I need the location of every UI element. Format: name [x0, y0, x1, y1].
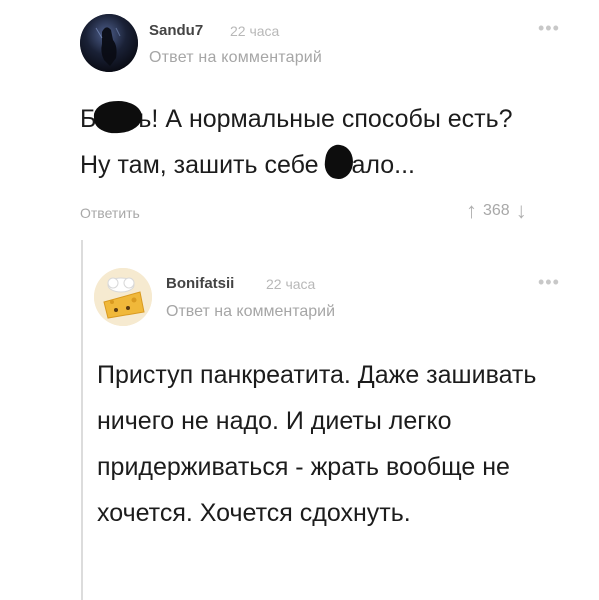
more-options-icon[interactable]: ••• [538, 273, 560, 291]
reply-to-line: Ответ на комментарий [166, 303, 335, 321]
user-avatar[interactable] [80, 14, 138, 72]
reply-to-line: Ответ на комментарий [149, 49, 322, 67]
comment-text-line1: ь! А нормальные способы есть? [138, 105, 513, 133]
reply-button[interactable]: Ответить [80, 205, 140, 221]
comment-time: 22 часа [266, 276, 316, 292]
comment-body: Приступ панкреатита. Даже зашивать ничег… [97, 361, 537, 527]
reply-to-prefix: Ответ на [166, 303, 232, 320]
arrow-up-icon[interactable]: ↑ [466, 200, 477, 222]
user-avatar[interactable] [94, 268, 152, 326]
comment-text-line2-end: ало... [351, 151, 415, 179]
rating-controls: ↑ 368 ↓ [466, 200, 527, 222]
more-options-icon[interactable]: ••• [538, 19, 560, 37]
comment-time: 22 часа [230, 23, 280, 39]
comment-text-line2: Ну там, зашить себе [80, 151, 326, 179]
reply-to-link[interactable]: комментарий [236, 303, 335, 320]
arrow-down-icon[interactable]: ↓ [516, 200, 527, 222]
comment-thread: Sandu7 22 часа Ответ на комментарий ••• … [0, 0, 599, 600]
comment-author[interactable]: Bonifatsii [166, 275, 234, 292]
censor-blot [93, 99, 144, 136]
comment-author[interactable]: Sandu7 [149, 22, 203, 39]
comment-body: Бь! А нормальные способы есть? Ну там, з… [80, 96, 585, 188]
reply-to-link[interactable]: комментарий [221, 49, 322, 66]
reply-to-prefix: Ответ на [149, 49, 217, 66]
rating-count: 368 [483, 202, 510, 219]
avatar-chef-cheese-icon [94, 268, 152, 326]
thread-line[interactable] [81, 240, 83, 600]
avatar-figure-icon [80, 14, 138, 72]
